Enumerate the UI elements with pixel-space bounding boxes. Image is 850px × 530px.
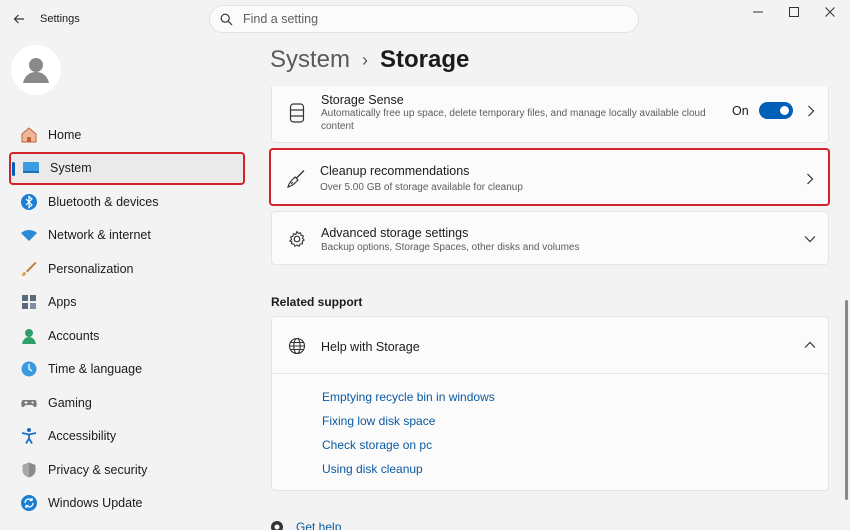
chevron-up-icon bbox=[802, 337, 818, 353]
update-icon bbox=[19, 493, 39, 513]
storage-sense-description-cont: content bbox=[321, 121, 354, 132]
related-support-heading: Related support bbox=[271, 295, 363, 309]
brush-icon bbox=[19, 259, 39, 279]
monitor-icon bbox=[21, 158, 41, 178]
shield-icon bbox=[19, 460, 39, 480]
cleanup-description: Over 5.00 GB of storage available for cl… bbox=[320, 182, 523, 193]
gear-icon bbox=[286, 228, 308, 250]
storage-sense-title: Storage Sense bbox=[321, 93, 404, 107]
sidebar-nav: Home System Bluetooth & devices Network … bbox=[9, 118, 245, 520]
storage-sense-description: Automatically free up space, delete temp… bbox=[321, 108, 706, 119]
globe-clock-icon bbox=[19, 359, 39, 379]
minimize-button[interactable] bbox=[740, 2, 776, 22]
breadcrumb: System › Storage bbox=[270, 46, 469, 74]
gamepad-icon bbox=[19, 393, 39, 413]
accounts-icon bbox=[19, 326, 39, 346]
bluetooth-icon bbox=[19, 192, 39, 212]
breadcrumb-separator: › bbox=[362, 49, 369, 70]
back-button[interactable] bbox=[8, 8, 30, 30]
get-help-link[interactable]: Get help bbox=[270, 520, 341, 530]
help-link-recycle-bin[interactable]: Emptying recycle bin in windows bbox=[322, 390, 495, 404]
advanced-storage-card[interactable]: Advanced storage settings Backup options… bbox=[271, 211, 829, 265]
sidebar-item-privacy[interactable]: Privacy & security bbox=[9, 453, 245, 487]
sidebar-item-system[interactable]: System bbox=[9, 151, 245, 185]
maximize-icon bbox=[789, 7, 799, 17]
close-button[interactable] bbox=[812, 2, 848, 22]
home-icon bbox=[19, 125, 39, 145]
accessibility-icon bbox=[19, 426, 39, 446]
storage-sense-toggle-label: On bbox=[732, 104, 749, 118]
page-title: Storage bbox=[380, 46, 470, 73]
sidebar-item-accounts[interactable]: Accounts bbox=[9, 319, 245, 353]
help-with-storage-title: Help with Storage bbox=[321, 340, 420, 354]
wifi-icon bbox=[19, 225, 39, 245]
cleanup-recommendations-card[interactable]: Cleanup recommendations Over 5.00 GB of … bbox=[269, 148, 830, 206]
advanced-storage-title: Advanced storage settings bbox=[321, 226, 469, 240]
help-with-storage-card: Help with Storage Emptying recycle bin i… bbox=[271, 316, 829, 491]
breadcrumb-parent[interactable]: System bbox=[270, 46, 350, 74]
advanced-storage-description: Backup options, Storage Spaces, other di… bbox=[321, 242, 580, 253]
search-box[interactable] bbox=[209, 5, 639, 33]
help-link-check-storage[interactable]: Check storage on pc bbox=[322, 438, 432, 452]
help-icon bbox=[271, 521, 283, 530]
help-link-low-disk-space[interactable]: Fixing low disk space bbox=[322, 414, 435, 428]
sidebar-item-apps[interactable]: Apps bbox=[9, 286, 245, 320]
storage-sense-toggle[interactable] bbox=[759, 102, 793, 119]
globe-icon bbox=[286, 335, 308, 357]
search-icon bbox=[220, 13, 233, 25]
sidebar-item-time-language[interactable]: Time & language bbox=[9, 353, 245, 387]
sidebar-item-windows-update[interactable]: Windows Update bbox=[9, 487, 245, 521]
sidebar-item-home[interactable]: Home bbox=[9, 118, 245, 152]
maximize-button[interactable] bbox=[776, 2, 812, 22]
chevron-right-icon bbox=[802, 171, 818, 187]
cleanup-title: Cleanup recommendations bbox=[320, 164, 470, 178]
chevron-right-icon bbox=[803, 103, 819, 119]
sidebar-item-gaming[interactable]: Gaming bbox=[9, 386, 245, 420]
sidebar-item-accessibility[interactable]: Accessibility bbox=[9, 420, 245, 454]
broom-icon bbox=[285, 168, 307, 190]
title-bar: Settings bbox=[0, 0, 850, 40]
app-title: Settings bbox=[40, 13, 80, 25]
user-avatar[interactable] bbox=[11, 45, 61, 95]
search-input[interactable] bbox=[243, 12, 603, 26]
back-arrow-icon bbox=[13, 14, 24, 24]
sidebar-item-personalization[interactable]: Personalization bbox=[9, 252, 245, 286]
storage-sense-card[interactable]: Storage Sense Automatically free up spac… bbox=[271, 86, 829, 143]
close-icon bbox=[825, 7, 835, 17]
chevron-down-icon bbox=[802, 231, 818, 247]
help-with-storage-header[interactable]: Help with Storage bbox=[272, 317, 828, 374]
apps-icon bbox=[19, 292, 39, 312]
sidebar-item-network[interactable]: Network & internet bbox=[9, 219, 245, 253]
user-icon bbox=[23, 58, 49, 83]
scrollbar[interactable] bbox=[845, 300, 848, 500]
help-link-disk-cleanup[interactable]: Using disk cleanup bbox=[322, 462, 423, 476]
minimize-icon bbox=[753, 11, 763, 13]
sidebar-item-bluetooth[interactable]: Bluetooth & devices bbox=[9, 185, 245, 219]
toggle-knob bbox=[780, 106, 789, 115]
storage-drive-icon bbox=[286, 102, 308, 124]
